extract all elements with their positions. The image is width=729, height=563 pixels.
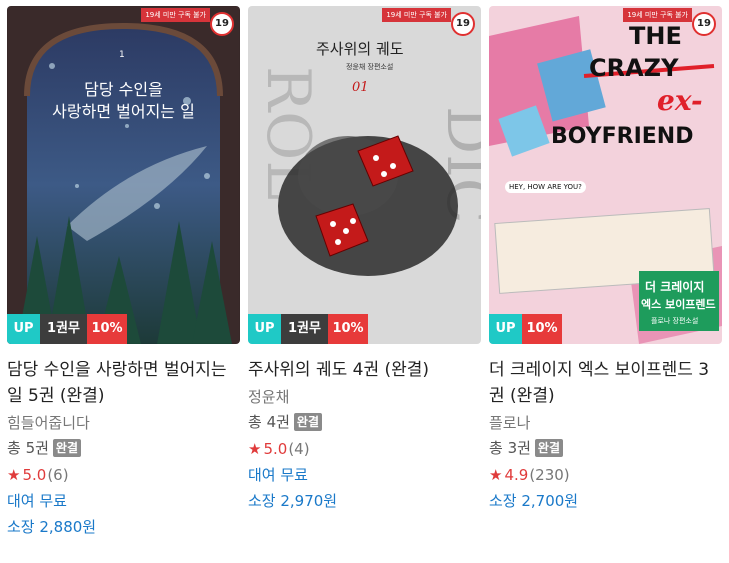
book-cover[interactable]: THE CRAZY ex- BOYFRIEND HEY, HOW ARE YOU… <box>489 6 722 344</box>
cover-hey: HEY, HOW ARE YOU? <box>505 181 586 193</box>
complete-badge: 완결 <box>293 413 323 431</box>
cover-kor-line2: 엑스 보이프렌드 <box>641 298 716 311</box>
rating-score: 5.0 <box>22 466 47 484</box>
age-restriction-strip: 19세 미만 구독 불가 <box>382 8 451 22</box>
volume-count: 총 5권 <box>7 439 49 457</box>
rent-price[interactable]: 대여 무료 <box>7 490 240 512</box>
discount-badge: 10% <box>328 314 368 344</box>
book-cover[interactable]: ROL DIC 주사위의 궤도 정윤채 장편소설 01 19세 미만 구독 불가… <box>248 6 481 344</box>
rating-score: 4.9 <box>504 466 529 484</box>
complete-badge: 완결 <box>52 439 82 457</box>
cover-title-line1: 담당 수인을 <box>84 80 163 99</box>
cover-badges: UP 10% <box>489 314 562 344</box>
age-19-badge: 19 <box>451 12 475 36</box>
cover-kor-line1: 더 크레이지 <box>645 280 705 294</box>
buy-price[interactable]: 소장 2,970원 <box>248 490 481 512</box>
rating: ★ 4.9 (230) <box>489 464 722 486</box>
cover-crazy: CRAZY <box>589 54 679 82</box>
discount-badge: 10% <box>522 314 562 344</box>
age-19-badge: 19 <box>692 12 716 36</box>
rating-count: (6) <box>47 466 69 484</box>
book-title[interactable]: 더 크레이지 엑스 보이프렌드 3권 (완결) <box>489 357 722 409</box>
buy-price[interactable]: 소장 2,700원 <box>489 490 722 512</box>
up-badge: UP <box>489 314 522 344</box>
cover-title: 주사위의 궤도 <box>316 40 404 58</box>
up-badge: UP <box>248 314 281 344</box>
cover-subtitle: 정윤채 장편소설 <box>346 63 394 71</box>
volume-total: 총 3권 완결 <box>489 437 722 459</box>
rating-count: (230) <box>529 466 570 484</box>
book-author[interactable]: 힘들어줍니다 <box>7 412 240 434</box>
cover-title-line2: 사랑하면 벌어지는 일 <box>52 102 195 121</box>
age-restriction-strip: 19세 미만 구독 불가 <box>623 8 692 22</box>
book-author[interactable]: 플로나 <box>489 412 722 434</box>
free-volume-badge: 1권무 <box>40 314 87 344</box>
book-author[interactable]: 정윤채 <box>248 386 481 408</box>
cover-badges: UP 1권무 10% <box>248 314 368 344</box>
book-grid: 1 담당 수인을 사랑하면 벌어지는 일 19세 미만 구독 불가 19 UP … <box>0 0 729 563</box>
cover-volume: 01 <box>352 80 369 95</box>
book-title[interactable]: 주사위의 궤도 4권 (완결) <box>248 357 481 383</box>
book-title[interactable]: 담당 수인을 사랑하면 벌어지는 일 5권 (완결) <box>7 357 240 409</box>
age-restriction-strip: 19세 미만 구독 불가 <box>141 8 210 22</box>
cover-volume: 1 <box>119 50 125 60</box>
discount-badge: 10% <box>87 314 127 344</box>
cover-ex: ex- <box>657 84 703 117</box>
volume-total: 총 5권 완결 <box>7 437 240 459</box>
book-card[interactable]: ROL DIC 주사위의 궤도 정윤채 장편소설 01 19세 미만 구독 불가… <box>248 6 481 512</box>
rating: ★ 5.0 (4) <box>248 438 481 460</box>
book-cover[interactable]: 1 담당 수인을 사랑하면 벌어지는 일 19세 미만 구독 불가 19 UP … <box>7 6 240 344</box>
star-icon: ★ <box>7 466 21 484</box>
cover-the: THE <box>629 22 682 50</box>
age-19-badge: 19 <box>210 12 234 36</box>
up-badge: UP <box>7 314 40 344</box>
volume-total: 총 4권 완결 <box>248 411 481 433</box>
cover-badges: UP 1권무 10% <box>7 314 127 344</box>
rating-count: (4) <box>288 440 310 458</box>
buy-price[interactable]: 소장 2,880원 <box>7 516 240 538</box>
free-volume-badge: 1권무 <box>281 314 328 344</box>
rating: ★ 5.0 (6) <box>7 464 240 486</box>
rating-score: 5.0 <box>263 440 288 458</box>
volume-count: 총 3권 <box>489 439 531 457</box>
book-card[interactable]: 1 담당 수인을 사랑하면 벌어지는 일 19세 미만 구독 불가 19 UP … <box>7 6 240 538</box>
cover-kor-sub: 플로나 장편소설 <box>651 317 699 325</box>
book-card[interactable]: THE CRAZY ex- BOYFRIEND HEY, HOW ARE YOU… <box>489 6 722 512</box>
volume-count: 총 4권 <box>248 413 290 431</box>
cover-boyfriend: BOYFRIEND <box>551 124 694 149</box>
rent-price[interactable]: 대여 무료 <box>248 464 481 486</box>
star-icon: ★ <box>248 440 262 458</box>
star-icon: ★ <box>489 466 503 484</box>
complete-badge: 완결 <box>534 439 564 457</box>
